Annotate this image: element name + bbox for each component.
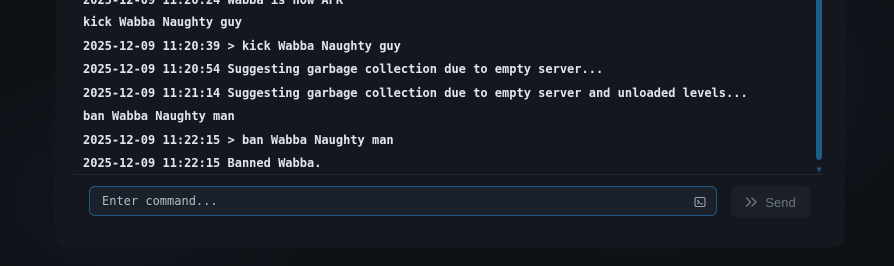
log-line: 2025-12-09 11:20:24 Wabba is now AFK bbox=[83, 0, 344, 7]
command-input[interactable] bbox=[102, 187, 682, 215]
terminal-icon bbox=[694, 196, 706, 208]
log-line: 2025-12-09 11:20:39 > kick Wabba Naughty… bbox=[83, 39, 401, 53]
scroll-down-arrow-icon[interactable]: ▼ bbox=[814, 166, 824, 174]
console-log[interactable]: 2025-12-09 11:20:24 Wabba is now AFK kic… bbox=[74, 0, 826, 175]
log-line: ban Wabba Naughty man bbox=[83, 109, 235, 123]
scrollbar-thumb[interactable] bbox=[816, 0, 822, 160]
command-input-container bbox=[89, 186, 717, 216]
log-line: 2025-12-09 11:21:14 Suggesting garbage c… bbox=[83, 86, 748, 100]
chevrons-right-icon bbox=[746, 197, 758, 207]
console-scrollbar[interactable] bbox=[816, 0, 822, 162]
log-line: 2025-12-09 11:20:54 Suggesting garbage c… bbox=[83, 62, 604, 76]
log-line: kick Wabba Naughty guy bbox=[83, 15, 242, 29]
send-label: Send bbox=[765, 194, 796, 210]
log-line: 2025-12-09 11:22:15 > ban Wabba Naughty … bbox=[83, 133, 394, 147]
send-button[interactable]: Send bbox=[731, 186, 810, 218]
log-line: 2025-12-09 11:22:15 Banned Wabba. bbox=[83, 156, 322, 170]
